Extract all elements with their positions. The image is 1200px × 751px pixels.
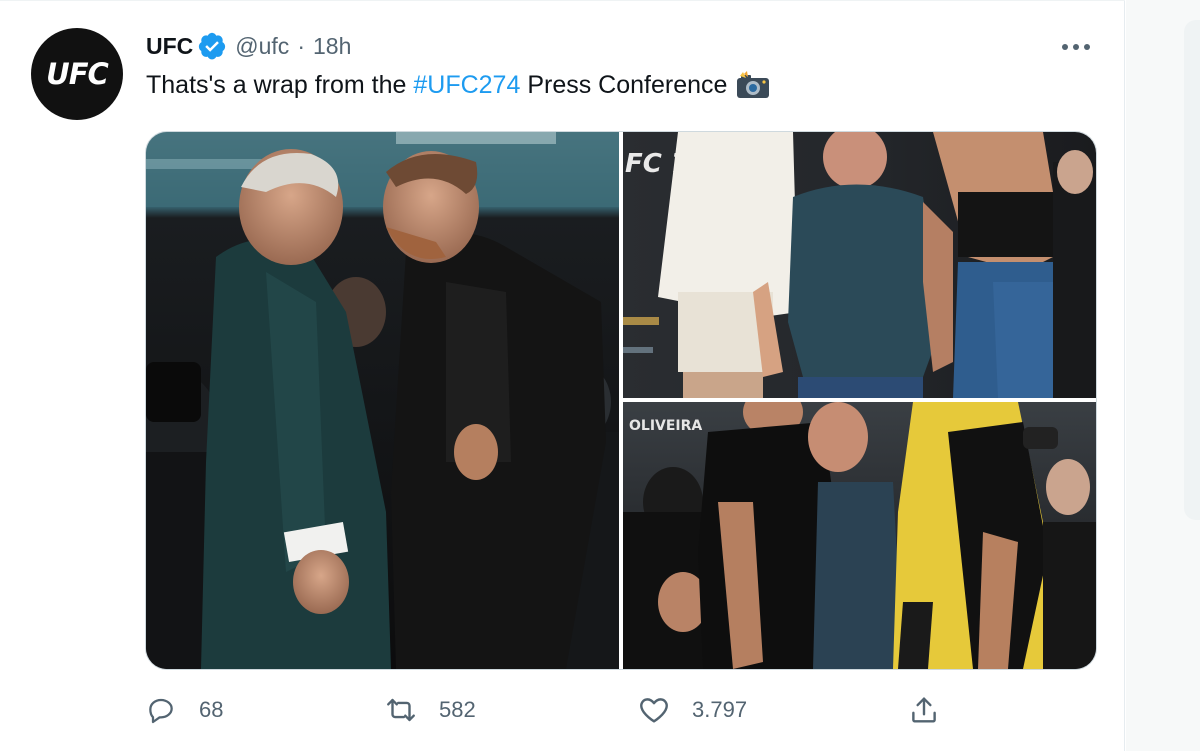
faceoff-standing-photo[interactable]: FC 74 — [623, 132, 1096, 398]
user-handle[interactable]: @ufc — [235, 33, 289, 60]
like-button[interactable]: 3.797 — [636, 690, 747, 730]
share-button[interactable] — [906, 690, 942, 730]
tweet-card[interactable]: UFC UFC @ufc · 18h Thats's a wrap from t… — [0, 0, 1125, 751]
retweet-button[interactable]: 582 — [383, 690, 476, 730]
more-options-icon[interactable] — [1058, 36, 1094, 58]
reply-button[interactable]: 68 — [143, 690, 223, 730]
retweet-icon — [383, 692, 419, 728]
tweet-actions: 68 582 3.797 — [0, 690, 1125, 730]
verified-badge-icon — [197, 31, 227, 61]
retweet-count: 582 — [439, 697, 476, 722]
tweet-text: Thats's a wrap from the #UFC274 Press Co… — [146, 70, 771, 100]
top-divider — [0, 0, 1125, 1]
avatar[interactable]: UFC — [31, 28, 123, 120]
camera-flash-icon — [735, 70, 771, 100]
share-icon — [906, 692, 942, 728]
separator-dot: · — [297, 32, 305, 59]
reply-count: 68 — [199, 697, 224, 722]
like-count: 3.797 — [692, 697, 748, 722]
media-grid: FC 74 OLIVEIRA — [145, 131, 1097, 670]
sidebar-card-edge — [1184, 20, 1200, 520]
faceoff-photo[interactable] — [146, 132, 619, 669]
display-name[interactable]: UFC — [146, 33, 193, 60]
photo-3-banner-text: OLIVEIRA — [629, 418, 702, 434]
tweet-header: UFC @ufc · 18h — [146, 30, 351, 62]
heart-icon — [636, 692, 672, 728]
hashtag-link[interactable]: #UFC274 — [413, 71, 520, 100]
crowd-faceoff-photo[interactable]: OLIVEIRA — [623, 402, 1096, 669]
page: UFC UFC @ufc · 18h Thats's a wrap from t… — [0, 0, 1200, 751]
tweet-timestamp[interactable]: 18h — [313, 33, 351, 60]
right-sidebar — [1126, 0, 1200, 751]
tweet-text-after: Press Conference — [520, 70, 728, 99]
tweet-text-before: Thats's a wrap from the — [146, 70, 414, 99]
ufc-logo: UFC — [46, 57, 109, 91]
reply-icon — [143, 692, 179, 728]
